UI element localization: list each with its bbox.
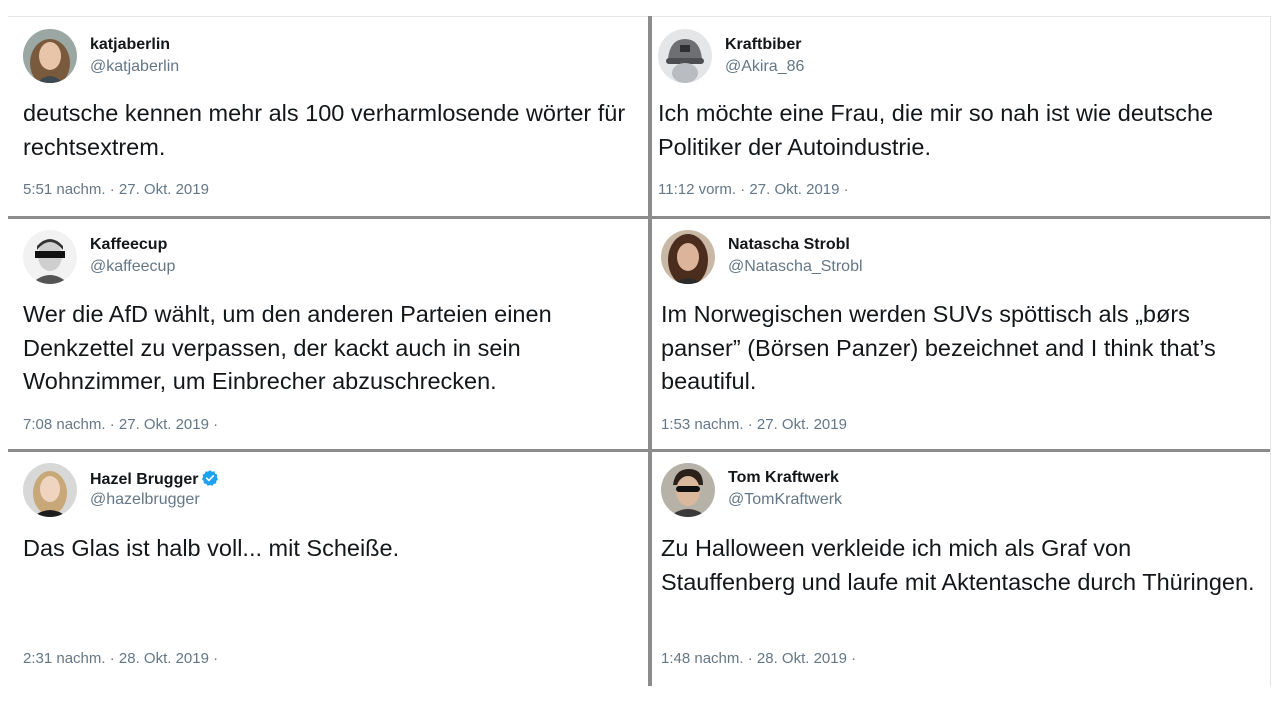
tweet-text: Wer die AfD wählt, um den anderen Partei… xyxy=(23,301,552,394)
tweet-timestamp[interactable]: 5:51 nachm. · 27. Okt. 2019 xyxy=(23,181,209,198)
tweet-author-name[interactable]: Kaffeecup xyxy=(90,236,167,254)
woman-blonde-avatar-icon[interactable] xyxy=(23,463,77,517)
tweet-author-handle[interactable]: @Akira_86 xyxy=(725,58,804,76)
tweet-text: deutsche kennen mehr als 100 verharmlose… xyxy=(23,100,626,160)
tweet-author-name-label[interactable]: Hazel Brugger xyxy=(90,471,198,488)
verified-badge-icon xyxy=(202,470,219,486)
man-censored-eyes-avatar-icon[interactable] xyxy=(23,230,77,284)
tweet-author-handle[interactable]: @Natascha_Strobl xyxy=(728,258,863,276)
tweet-timestamp[interactable]: 1:53 nachm. · 27. Okt. 2019 xyxy=(661,416,847,433)
tweet-author-name[interactable]: Natascha Strobl xyxy=(728,236,850,254)
tweet-card-kaffeecup[interactable]: Kaffeecup @kaffeecup Wer die AfD wählt, … xyxy=(8,219,648,449)
tweet-author-name[interactable]: katjaberlin xyxy=(90,36,170,54)
tweet-card-katjaberlin[interactable]: katjaberlin @katjaberlin deutsche kennen… xyxy=(8,17,648,217)
tweet-author-handle[interactable]: @TomKraftwerk xyxy=(728,491,842,509)
tweet-timestamp[interactable]: 2:31 nachm. · 28. Okt. 2019 · xyxy=(23,650,218,667)
column-divider xyxy=(648,16,652,686)
tweet-author-handle[interactable]: @katjaberlin xyxy=(90,58,179,76)
tweet-author-handle[interactable]: @hazelbrugger xyxy=(90,491,200,509)
frame-right xyxy=(1270,16,1271,686)
tweet-author-name[interactable]: Kraftbiber xyxy=(725,36,801,54)
tweet-timestamp[interactable]: 1:48 nachm. · 28. Okt. 2019 · xyxy=(661,650,856,667)
tweet-card-kraftbiber[interactable]: Kraftbiber @Akira_86 Ich möchte eine Fra… xyxy=(652,17,1270,217)
tweet-card-hazel-brugger[interactable]: Hazel Brugger @hazelbrugger Das Glas ist… xyxy=(8,452,648,686)
tweet-author-handle[interactable]: @kaffeecup xyxy=(90,258,175,276)
tweet-text: Zu Halloween verkleide ich mich als Graf… xyxy=(661,535,1255,595)
woman-portrait-avatar-icon[interactable] xyxy=(23,29,77,83)
tweet-card-tom-kraftwerk[interactable]: Tom Kraftwerk @TomKraftwerk Zu Halloween… xyxy=(652,452,1270,686)
cap-avatar-icon[interactable] xyxy=(658,29,712,83)
tweet-author-name[interactable]: Hazel Brugger xyxy=(90,469,219,489)
tweet-timestamp[interactable]: 11:12 vorm. · 27. Okt. 2019 · xyxy=(658,181,849,198)
tweet-text: Das Glas ist halb voll... mit Scheiße. xyxy=(23,535,400,561)
man-sunglasses-avatar-icon[interactable] xyxy=(661,463,715,517)
tweet-timestamp[interactable]: 7:08 nachm. · 27. Okt. 2019 · xyxy=(23,416,218,433)
tweet-text: Im Norwegischen werden SUVs spöttisch al… xyxy=(661,301,1216,394)
woman-dark-hair-avatar-icon[interactable] xyxy=(661,230,715,284)
tweet-card-natascha-strobl[interactable]: Natascha Strobl @Natascha_Strobl Im Norw… xyxy=(652,219,1270,449)
tweet-author-name[interactable]: Tom Kraftwerk xyxy=(728,469,839,487)
tweet-text: Ich möchte eine Frau, die mir so nah ist… xyxy=(658,100,1214,160)
tweet-collage: katjaberlin @katjaberlin deutsche kennen… xyxy=(0,0,1280,704)
